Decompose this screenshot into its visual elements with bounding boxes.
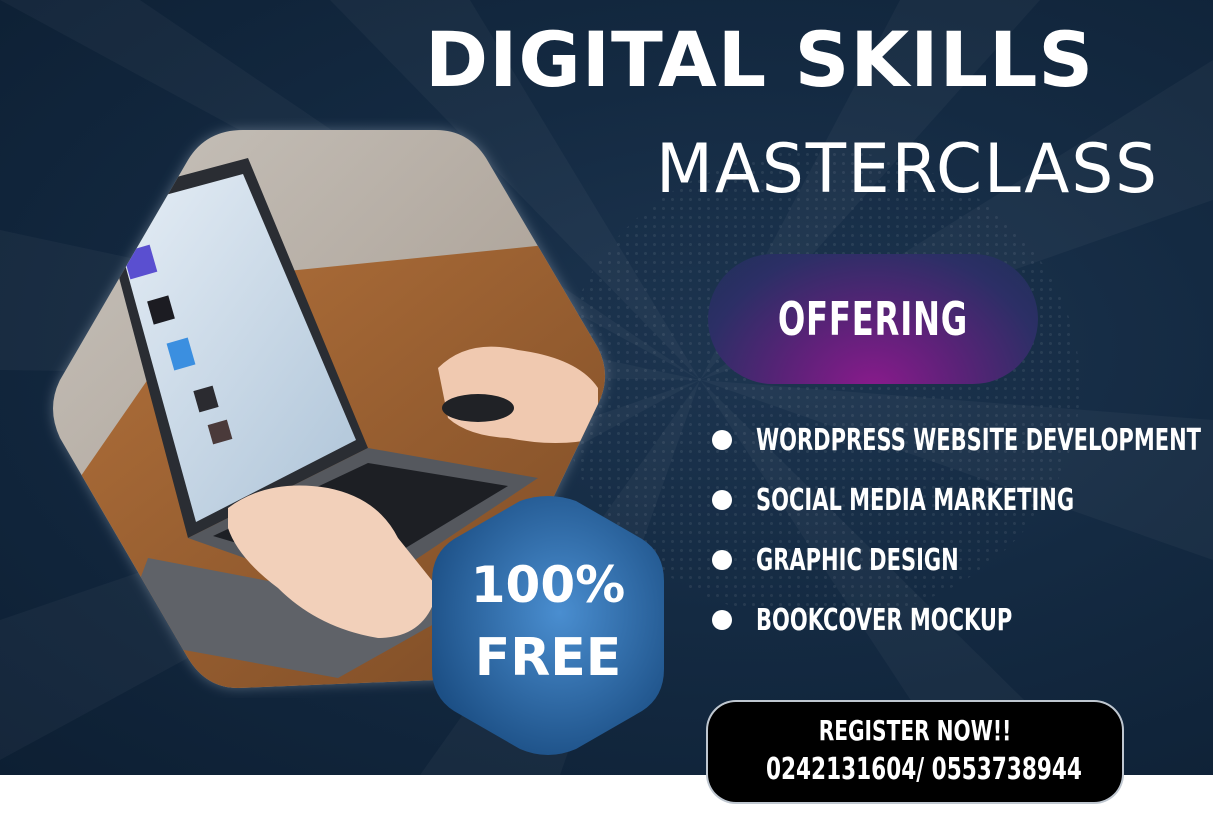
bullet-dot-icon — [712, 550, 732, 570]
title-digital-skills: DIGITAL SKILLS — [425, 15, 1095, 104]
list-item-text: WORDPRESS WEBSITE DEVELOPMENT — [756, 422, 1201, 458]
badge-percent: 100% — [470, 556, 626, 614]
bullet-dot-icon — [712, 610, 732, 630]
offering-list: WORDPRESS WEBSITE DEVELOPMENT SOCIAL MED… — [712, 410, 1213, 650]
list-item-text: BOOKCOVER MOCKUP — [756, 602, 1013, 638]
poster: DIGITAL SKILLS MASTERCLASS 100% FREE OFF… — [0, 0, 1213, 775]
free-badge-text: 100% FREE — [428, 560, 668, 684]
register-phones: 0242131604/ 0553738944 — [765, 751, 1082, 787]
list-item: BOOKCOVER MOCKUP — [712, 590, 1213, 650]
badge-free: FREE — [474, 628, 622, 688]
title-masterclass: MASTERCLASS — [656, 130, 1159, 209]
offering-pill: OFFERING — [708, 254, 1038, 384]
list-item-text: SOCIAL MEDIA MARKETING — [756, 482, 1075, 518]
list-item: GRAPHIC DESIGN — [712, 530, 1213, 590]
bullet-dot-icon — [712, 430, 732, 450]
bullet-dot-icon — [712, 490, 732, 510]
list-item: WORDPRESS WEBSITE DEVELOPMENT — [712, 410, 1213, 470]
offering-label: OFFERING — [777, 292, 969, 346]
list-item: SOCIAL MEDIA MARKETING — [712, 470, 1213, 530]
register-title: REGISTER NOW!! — [818, 714, 1012, 747]
list-item-text: GRAPHIC DESIGN — [756, 542, 959, 578]
register-box: REGISTER NOW!! 0242131604/ 0553738944 — [708, 702, 1122, 802]
